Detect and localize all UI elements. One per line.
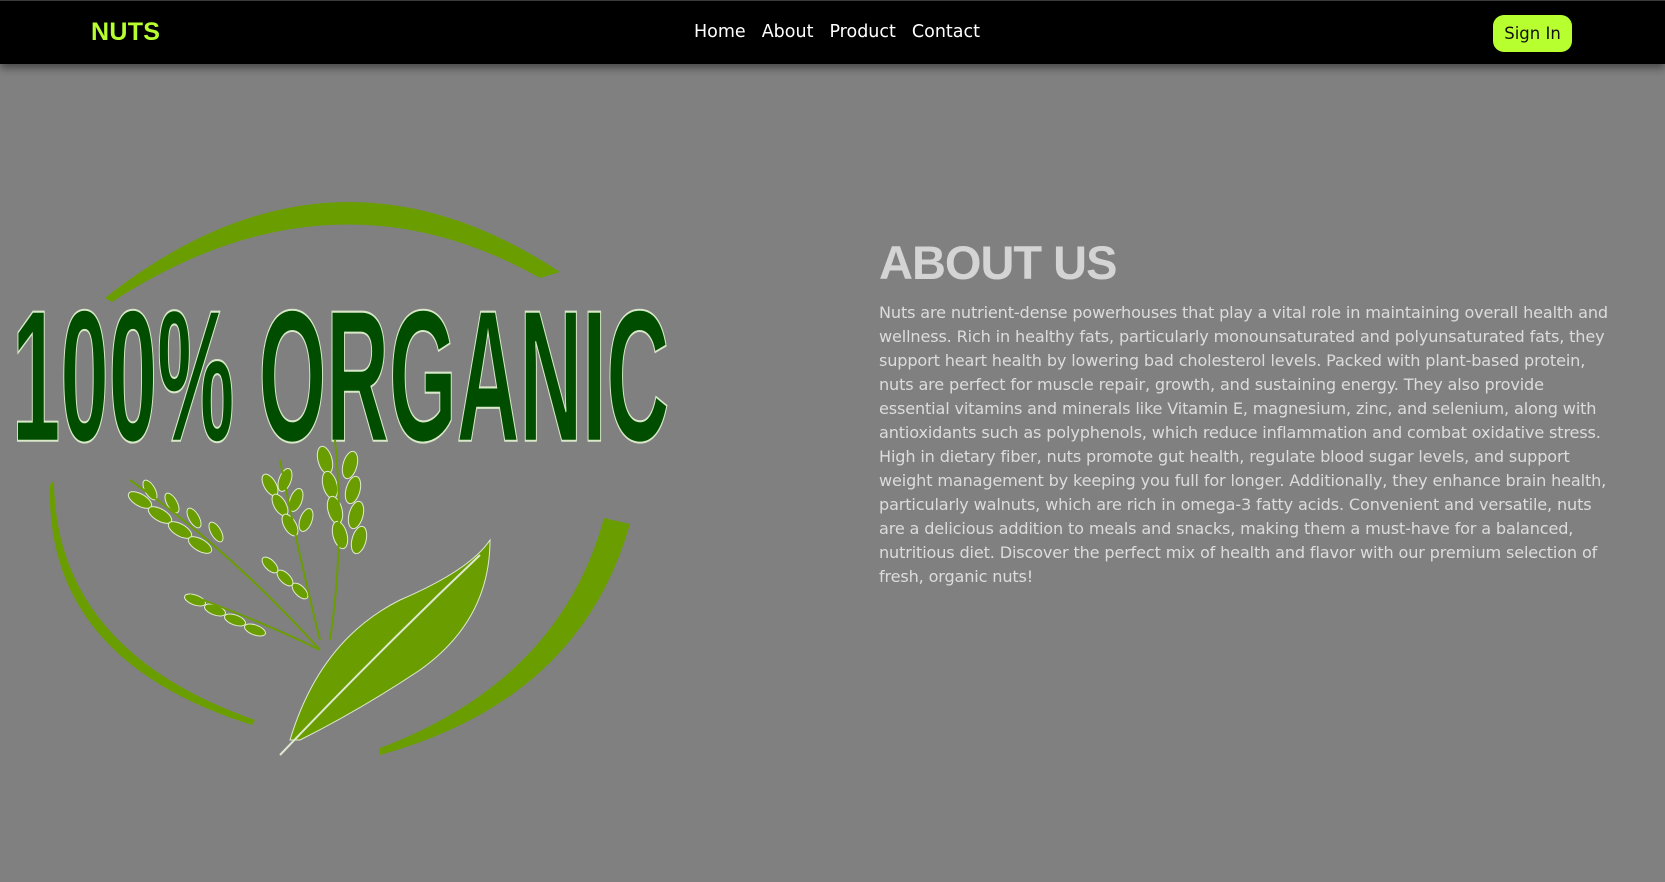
nav-link-about[interactable]: About <box>762 21 814 43</box>
nav-links: Home About Product Contact <box>694 21 980 43</box>
about-title: ABOUT US <box>879 236 1117 289</box>
sign-in-button[interactable]: Sign In <box>1493 15 1572 52</box>
organic-logo: 100% ORGANIC <box>0 180 690 800</box>
nav-link-home[interactable]: Home <box>694 21 746 43</box>
logo-text: 100% ORGANIC <box>12 270 669 480</box>
organic-wheat-leaf-icon: 100% ORGANIC <box>11 201 670 756</box>
navbar: NUTS Home About Product Contact Sign In <box>0 0 1665 64</box>
brand-logo[interactable]: NUTS <box>91 18 160 46</box>
about-description: Nuts are nutrient-dense powerhouses that… <box>879 303 1608 586</box>
nav-link-contact[interactable]: Contact <box>912 21 980 43</box>
nav-link-product[interactable]: Product <box>829 21 895 43</box>
page: NUTS Home About Product Contact Sign In … <box>0 0 1665 882</box>
